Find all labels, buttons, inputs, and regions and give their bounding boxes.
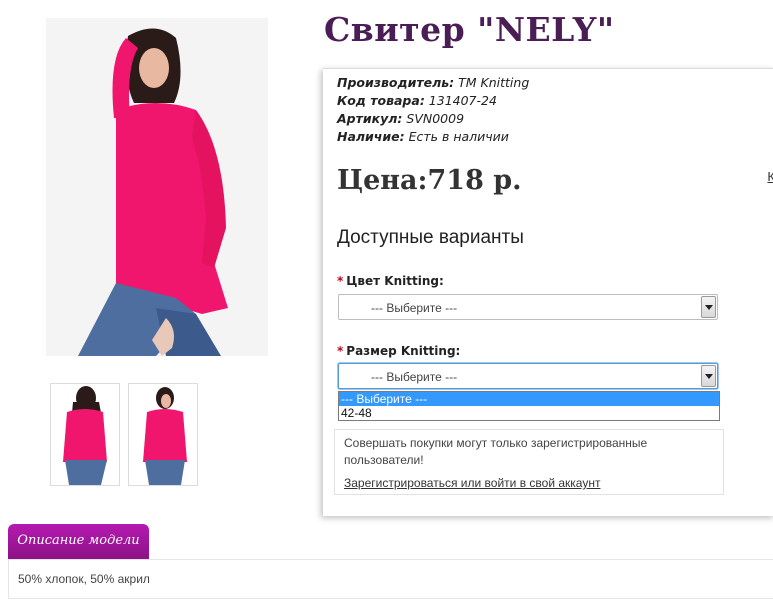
required-mark: * [337,344,344,358]
meta-stock: Наличие: Есть в наличии [337,129,509,144]
product-main-image[interactable] [46,18,268,356]
dropdown-option[interactable]: 42-48 [339,406,719,420]
color-option-label: * Цвет Knitting: [337,274,444,288]
meta-code: Код товара: 131407-24 [337,93,497,108]
dropdown-option[interactable]: --- Выберите --- [339,392,719,406]
tab-description[interactable]: Описание модели [8,524,149,559]
meta-manufacturer-value: ТМ Knitting [454,75,530,90]
meta-stock-value: Есть в наличии [404,129,509,144]
notice-text: Совершать покупки могут только зарегистр… [344,436,648,467]
product-info-panel: Производитель: ТМ Knitting Код товара: 1… [323,68,773,516]
thumbnail-back[interactable] [50,383,120,486]
description-text: 50% хлопок, 50% акрил [18,572,150,586]
required-mark: * [337,274,344,288]
product-price: Цена:718 р. [337,165,522,196]
color-label-text: Цвет Knitting: [346,274,444,288]
meta-stock-label: Наличие: [337,129,405,144]
color-select[interactable]: --- Выберите --- [338,294,718,320]
meta-sku-value: SVN0009 [402,111,465,126]
chevron-down-icon[interactable] [701,296,716,318]
clipped-link[interactable]: К [767,169,773,184]
size-label-text: Размер Knitting: [346,344,461,358]
product-title: Свитер "NELY" [324,10,615,49]
meta-manufacturer-label: Производитель: [337,75,455,90]
color-select-value: --- Выберите --- [371,301,458,315]
thumbnail-front[interactable] [128,383,198,486]
register-login-link[interactable]: Зарегистрироваться или войти в свой акка… [344,475,600,492]
size-option-label: * Размер Knitting: [337,344,460,358]
size-dropdown-list[interactable]: --- Выберите --- 42-48 [338,391,720,421]
meta-sku-label: Артикул: [337,111,403,126]
meta-sku: Артикул: SVN0009 [337,111,464,126]
options-title: Доступные варианты [337,227,524,248]
size-select[interactable]: --- Выберите --- [338,363,718,389]
size-select-value: --- Выберите --- [371,370,458,384]
meta-manufacturer: Производитель: ТМ Knitting [337,75,529,90]
meta-code-label: Код товара: [337,93,425,108]
chevron-down-icon[interactable] [701,365,716,387]
meta-code-value: 131407-24 [424,93,497,108]
login-notice: Совершать покупки могут только зарегистр… [334,429,724,495]
description-panel: 50% хлопок, 50% акрил [8,559,773,599]
